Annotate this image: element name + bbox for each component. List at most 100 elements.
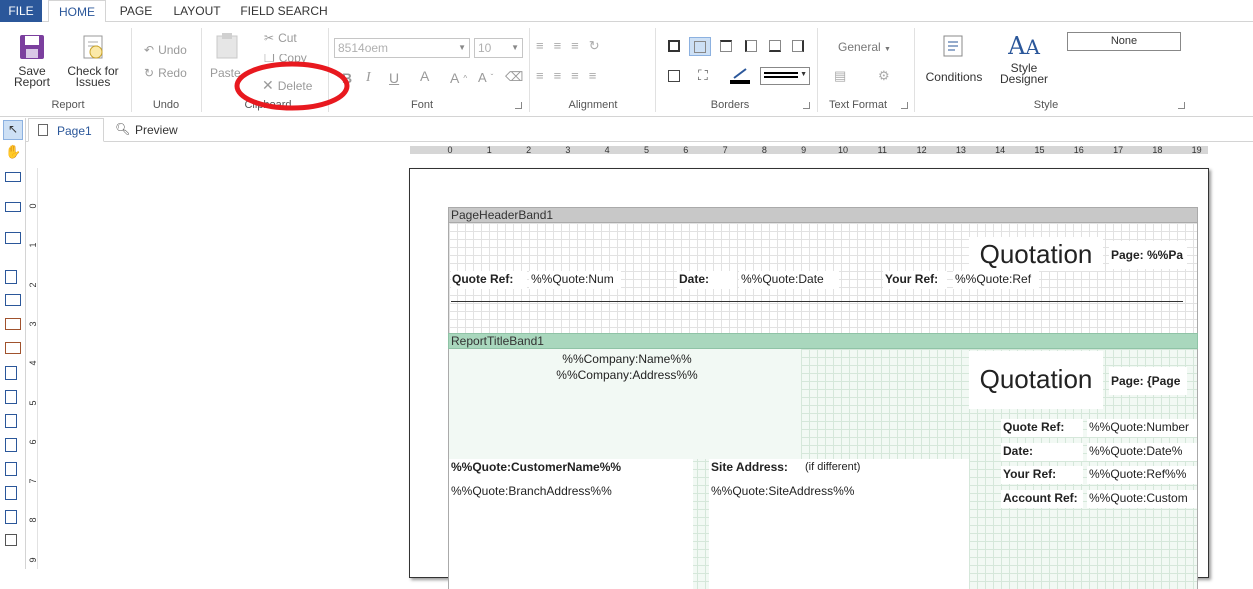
header-separator-line [451,301,1183,302]
title-page-text[interactable]: Page: {Page [1109,367,1187,395]
border-color-button[interactable] [729,66,751,84]
cut-button[interactable]: ✂ Cut [264,31,297,45]
panel-icon[interactable] [5,366,17,380]
page-header-band-title[interactable]: PageHeaderBand1 [448,207,1198,223]
hand-tool-icon[interactable]: ✋ [5,144,21,159]
text-box-icon[interactable] [5,294,21,306]
tab-home[interactable]: HOME [48,0,106,23]
tab-preview-label: Preview [135,123,178,137]
vertical-ruler: 0 1 2 3 4 5 6 7 8 9 [28,168,38,569]
title-quote-number-field[interactable]: %%Quote:Number [1087,419,1197,437]
fill-color-icon[interactable]: ⛶ [698,67,708,84]
style-designer-icon: AA [1008,32,1040,60]
tab-layout[interactable]: LAYOUT [168,0,226,22]
vertical-align-buttons[interactable]: ≡≡≡↻ [536,38,656,53]
customer-name-field[interactable]: %%Quote:CustomerName%% [451,459,691,475]
clear-format-icon[interactable]: ⌫ [505,69,523,85]
tab-file[interactable]: FILE [0,0,42,22]
report-title-band-title[interactable]: ReportTitleBand1 [448,333,1198,349]
header-your-ref-field[interactable]: %%Quote:Ref [953,271,1039,289]
style-dialog-launcher-icon[interactable] [1178,102,1185,109]
ruler-number: 11 [877,145,887,155]
tab-preview[interactable]: 🔍︎ Preview [112,118,192,142]
container-icon[interactable] [5,414,17,428]
if-different-label[interactable]: (if different) [805,459,915,475]
font-size-value: 10 [478,41,492,55]
ruler-number: 16 [1073,145,1084,155]
redo-button[interactable]: ↻ Redo [144,66,187,80]
title-date-label[interactable]: Date: [1001,443,1083,461]
undo-button[interactable]: ↶ Undo [144,43,187,57]
picture-icon[interactable] [5,486,17,500]
tab-page1[interactable]: Page1 [28,118,104,142]
textbox-field-icon[interactable] [5,462,17,476]
site-address-field[interactable]: %%Quote:SiteAddress%% [711,483,911,499]
header-quote-ref-label[interactable]: Quote Ref: [451,271,527,289]
image-text-icon[interactable] [5,342,21,354]
conditions-button[interactable]: Conditions [921,34,987,83]
title-your-ref-field[interactable]: %%Quote:Ref%% [1087,466,1197,484]
shadow-border-icon[interactable] [668,70,680,82]
band-tool-2-icon[interactable] [5,202,21,212]
company-address-field[interactable]: %%Company:Address%% [537,367,717,383]
company-name-field[interactable]: %%Company:Name%% [547,351,707,367]
font-size-select[interactable]: 10 ▼ [474,38,523,58]
text-format-launcher-icon[interactable] [901,102,908,109]
italic-button[interactable]: I [366,70,371,86]
horizontal-align-buttons[interactable]: ≡≡≡≡ [536,68,656,83]
format-icon[interactable]: ▤ [834,68,846,84]
check-for-issues-button[interactable]: Check for Issues [62,34,124,88]
separator [914,28,915,112]
ribbon: Save Report Check for Issues Report ↶ Und… [0,22,1253,117]
shape-icon[interactable] [5,534,17,546]
group-label-report: Report [51,99,85,111]
font-family-select[interactable]: 8514oem ▼ [334,38,470,58]
style-designer-button[interactable]: AA Style Designer [994,32,1054,85]
bottom-border-icon[interactable] [769,40,781,52]
text-icon[interactable] [5,270,17,284]
right-border-icon[interactable] [792,40,804,52]
top-border-icon[interactable] [720,40,732,52]
header-date-field[interactable]: %%Quote:Date [739,271,839,289]
shrink-font-button[interactable]: Aˇ [478,70,493,85]
borders-dialog-launcher-icon[interactable] [803,102,810,109]
no-border-button[interactable] [689,37,711,56]
header-page-text[interactable]: Page: %%Pa [1109,241,1187,269]
font-dialog-launcher-icon[interactable] [515,102,522,109]
format-settings-icon[interactable]: ⚙ [878,68,890,84]
band-tool-icon[interactable] [5,172,21,182]
ruler-number: 7 [28,478,38,484]
subreport-icon[interactable] [5,390,17,404]
table-icon[interactable] [5,438,17,452]
tab-field-search[interactable]: FIELD SEARCH [236,0,332,22]
style-name-box[interactable]: None [1067,32,1181,51]
header-your-ref-label[interactable]: Your Ref: [883,271,947,289]
select-tool-button[interactable]: ↖ [3,120,23,140]
header-quotation-text[interactable]: Quotation [969,237,1103,271]
left-border-icon[interactable] [745,40,757,52]
site-address-label[interactable]: Site Address: [711,459,801,475]
title-quotation-text[interactable]: Quotation [969,351,1103,409]
style-designer-line2: Designer [999,72,1049,86]
header-date-label[interactable]: Date: [677,271,737,289]
text-format-select[interactable]: General ▼ [838,40,891,54]
title-account-ref-label[interactable]: Account Ref: [1001,490,1083,508]
font-color-button[interactable]: A [420,68,429,84]
page-header-band[interactable]: Quotation Page: %%Pa Quote Ref: %%Quote:… [448,223,1198,333]
barcode-icon[interactable] [5,510,17,524]
title-quote-ref-label[interactable]: Quote Ref: [1001,419,1083,437]
border-style-select[interactable]: ▼ [760,67,810,85]
grow-font-button[interactable]: A ^ [450,70,467,86]
title-account-ref-field[interactable]: %%Quote:Custom [1087,490,1197,508]
title-your-ref-label[interactable]: Your Ref: [1001,466,1083,484]
branch-address-field[interactable]: %%Quote:BranchAddress%% [451,483,691,499]
header-quote-num-field[interactable]: %%Quote:Num [529,271,621,289]
all-borders-icon[interactable] [668,40,680,52]
cross-band-icon[interactable] [5,232,21,244]
underline-button[interactable]: U [389,70,399,86]
save-report-button[interactable]: Save Report [8,34,56,88]
title-date-field[interactable]: %%Quote:Date% [1087,443,1197,461]
tab-page[interactable]: PAGE [112,0,160,22]
report-title-band[interactable]: %%Company:Name%% %%Company:Address%% Quo… [448,349,1198,589]
rich-text-icon[interactable] [5,318,21,330]
